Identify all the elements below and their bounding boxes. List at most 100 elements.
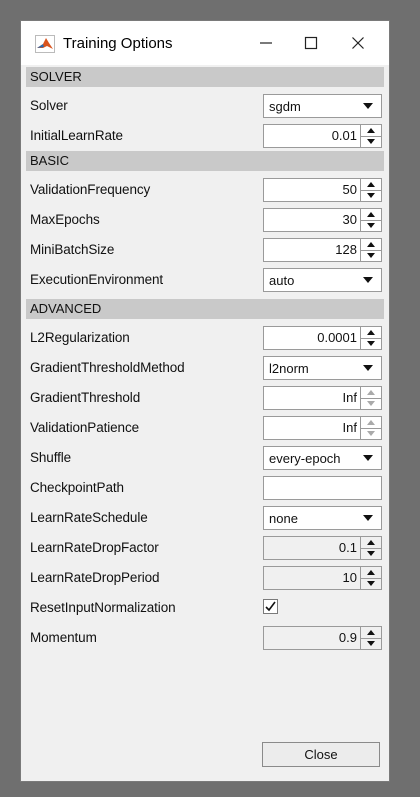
increment-button[interactable] — [361, 327, 381, 339]
gradient-threshold-spinner[interactable]: Inf — [263, 386, 382, 410]
arrow-down-icon — [367, 401, 375, 407]
solver-dropdown[interactable]: sgdm — [263, 94, 382, 118]
row-initial-learn-rate: InitialLearnRate 0.01 — [26, 121, 384, 151]
validation-frequency-label: ValidationFrequency — [30, 182, 151, 197]
learn-rate-drop-factor-value[interactable]: 0.1 — [264, 537, 360, 559]
chevron-down-icon — [363, 365, 373, 371]
increment-button[interactable] — [361, 179, 381, 191]
mini-batch-size-spinner[interactable]: 128 — [263, 238, 382, 262]
row-momentum: Momentum 0.9 — [26, 623, 384, 653]
increment-button[interactable] — [361, 537, 381, 549]
max-epochs-spinner[interactable]: 30 — [263, 208, 382, 232]
chevron-down-icon — [363, 515, 373, 521]
row-learn-rate-schedule: LearnRateSchedule none — [26, 503, 384, 533]
arrow-up-icon — [367, 211, 375, 217]
validation-patience-value[interactable]: Inf — [264, 417, 360, 439]
momentum-label: Momentum — [30, 630, 97, 645]
learn-rate-drop-factor-label: LearnRateDropFactor — [30, 540, 159, 555]
increment-button[interactable] — [361, 239, 381, 251]
close-button[interactable]: Close — [262, 742, 380, 767]
reset-input-normalization-checkbox[interactable] — [263, 599, 278, 614]
increment-button[interactable] — [361, 125, 381, 137]
checkpoint-path-input[interactable] — [263, 476, 382, 500]
section-header-advanced: ADVANCED — [26, 299, 384, 319]
title-bar[interactable]: Training Options — [21, 21, 389, 65]
decrement-button[interactable] — [361, 639, 381, 650]
l2-regularization-label: L2Regularization — [30, 330, 130, 345]
learn-rate-drop-period-spinner[interactable]: 10 — [263, 566, 382, 590]
arrow-down-icon — [367, 223, 375, 229]
momentum-spinner[interactable]: 0.9 — [263, 626, 382, 650]
mini-batch-size-label: MiniBatchSize — [30, 242, 115, 257]
close-window-button[interactable] — [336, 28, 380, 58]
arrow-down-icon — [367, 253, 375, 259]
initial-learn-rate-spinner[interactable]: 0.01 — [263, 124, 382, 148]
increment-button[interactable] — [361, 627, 381, 639]
max-epochs-label: MaxEpochs — [30, 212, 100, 227]
decrement-button[interactable] — [361, 137, 381, 148]
execution-environment-label: ExecutionEnvironment — [30, 272, 164, 287]
shuffle-dropdown[interactable]: every-epoch — [263, 446, 382, 470]
arrow-up-icon — [367, 329, 375, 335]
learn-rate-schedule-dropdown[interactable]: none — [263, 506, 382, 530]
maximize-icon — [304, 36, 318, 50]
decrement-button[interactable] — [361, 221, 381, 232]
increment-button[interactable] — [361, 209, 381, 221]
learn-rate-drop-factor-spinner[interactable]: 0.1 — [263, 536, 382, 560]
initial-learn-rate-label: InitialLearnRate — [30, 128, 123, 143]
learn-rate-drop-period-label: LearnRateDropPeriod — [30, 570, 160, 585]
close-icon — [352, 37, 364, 49]
solver-label: Solver — [30, 98, 68, 113]
validation-patience-spinner[interactable]: Inf — [263, 416, 382, 440]
minimize-button[interactable] — [244, 28, 288, 58]
shuffle-label: Shuffle — [30, 450, 72, 465]
decrement-button[interactable] — [361, 549, 381, 560]
section-header-basic: BASIC — [26, 151, 384, 171]
row-solver: Solver sgdm — [26, 91, 384, 121]
row-gradient-threshold: GradientThreshold Inf — [26, 383, 384, 413]
mini-batch-size-value[interactable]: 128 — [264, 239, 360, 261]
arrow-up-icon — [367, 241, 375, 247]
l2-regularization-value[interactable]: 0.0001 — [264, 327, 360, 349]
execution-environment-value: auto — [269, 272, 295, 288]
decrement-button[interactable] — [361, 579, 381, 590]
arrow-down-icon — [367, 193, 375, 199]
l2-regularization-spinner[interactable]: 0.0001 — [263, 326, 382, 350]
chevron-down-icon — [363, 277, 373, 283]
maximize-button[interactable] — [289, 28, 333, 58]
increment-button[interactable] — [361, 567, 381, 579]
increment-button[interactable] — [361, 417, 381, 429]
shuffle-value: every-epoch — [269, 450, 341, 466]
decrement-button[interactable] — [361, 339, 381, 350]
execution-environment-dropdown[interactable]: auto — [263, 268, 382, 292]
decrement-button[interactable] — [361, 191, 381, 202]
arrow-up-icon — [367, 127, 375, 133]
gradient-threshold-method-value: l2norm — [269, 360, 309, 376]
checkpoint-path-value[interactable] — [263, 476, 382, 500]
row-mini-batch-size: MiniBatchSize 128 — [26, 235, 384, 265]
validation-frequency-spinner[interactable]: 50 — [263, 178, 382, 202]
arrow-down-icon — [367, 341, 375, 347]
momentum-value[interactable]: 0.9 — [264, 627, 360, 649]
increment-button[interactable] — [361, 387, 381, 399]
decrement-button[interactable] — [361, 429, 381, 440]
gradient-threshold-method-dropdown[interactable]: l2norm — [263, 356, 382, 380]
initial-learn-rate-value[interactable]: 0.01 — [264, 125, 360, 147]
learn-rate-schedule-label: LearnRateSchedule — [30, 510, 148, 525]
reset-input-normalization-label: ResetInputNormalization — [30, 600, 176, 615]
gradient-threshold-method-label: GradientThresholdMethod — [30, 360, 185, 375]
arrow-down-icon — [367, 139, 375, 145]
gradient-threshold-value[interactable]: Inf — [264, 387, 360, 409]
solver-value: sgdm — [269, 98, 301, 114]
row-reset-input-normalization: ResetInputNormalization — [26, 593, 384, 623]
options-panel: SOLVER Solver sgdm InitialLearnRate 0.01… — [26, 67, 384, 653]
arrow-down-icon — [367, 431, 375, 437]
arrow-up-icon — [367, 389, 375, 395]
decrement-button[interactable] — [361, 251, 381, 262]
decrement-button[interactable] — [361, 399, 381, 410]
row-max-epochs: MaxEpochs 30 — [26, 205, 384, 235]
max-epochs-value[interactable]: 30 — [264, 209, 360, 231]
learn-rate-drop-period-value[interactable]: 10 — [264, 567, 360, 589]
arrow-up-icon — [367, 569, 375, 575]
validation-frequency-value[interactable]: 50 — [264, 179, 360, 201]
